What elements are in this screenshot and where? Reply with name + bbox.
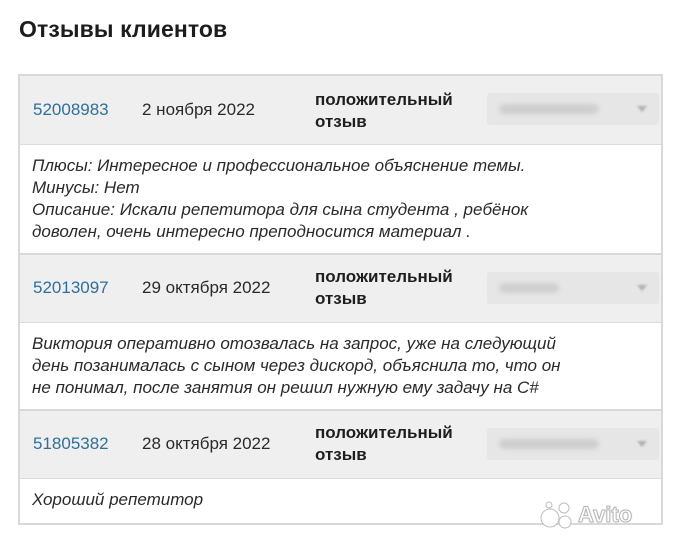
chevron-down-icon bbox=[637, 285, 647, 291]
review-text-line: Описание: Искали репетитора для сына сту… bbox=[32, 200, 529, 219]
review-text-line: Минусы: Нет bbox=[32, 178, 140, 197]
review-date: 29 октября 2022 bbox=[142, 278, 271, 297]
review-header: 51805382 28 октября 2022 положительный о… bbox=[20, 411, 661, 479]
review-id-link[interactable]: 51805382 bbox=[33, 434, 109, 454]
reviews-table: 52008983 2 ноября 2022 положительный отз… bbox=[18, 74, 663, 525]
chevron-down-icon bbox=[637, 106, 647, 112]
review-source-select[interactable] bbox=[487, 93, 659, 125]
page-title: Отзывы клиентов bbox=[19, 16, 228, 42]
blurred-source-text bbox=[499, 283, 559, 293]
review-text: Виктория оперативно отозвалась на запрос… bbox=[20, 323, 661, 411]
chevron-down-icon bbox=[637, 441, 647, 447]
watermark-text: Avito bbox=[577, 502, 633, 528]
review-id-link[interactable]: 52013097 bbox=[33, 278, 109, 298]
review-text-line: день позанималась с сыном через дискорд,… bbox=[32, 356, 561, 375]
review-source-select[interactable] bbox=[487, 272, 659, 304]
blurred-source-text bbox=[499, 439, 599, 449]
review-header: 52008983 2 ноября 2022 положительный отз… bbox=[20, 76, 661, 145]
review-id-link[interactable]: 52008983 bbox=[33, 100, 109, 120]
review-type: положительный отзыв bbox=[315, 90, 453, 131]
review-date: 2 ноября 2022 bbox=[142, 100, 255, 119]
review-source-select[interactable] bbox=[487, 428, 659, 460]
review-text-line: не понимал, после занятия он решил нужну… bbox=[32, 378, 539, 397]
review-text-line: Виктория оперативно отозвалась на запрос… bbox=[32, 334, 556, 353]
blurred-source-text bbox=[499, 104, 599, 114]
review-header: 52013097 29 октября 2022 положительный о… bbox=[20, 255, 661, 323]
review-text: Плюсы: Интересное и профессиональное объ… bbox=[20, 145, 661, 255]
review-date: 28 октября 2022 bbox=[142, 434, 271, 453]
avito-watermark: Avito bbox=[540, 500, 665, 532]
avito-dots-icon bbox=[540, 501, 572, 529]
review-type: положительный отзыв bbox=[315, 267, 453, 308]
review-text-line: Плюсы: Интересное и профессиональное объ… bbox=[32, 156, 526, 175]
review-type: положительный отзыв bbox=[315, 423, 453, 464]
review-text-line: доволен, очень интересно преподносится м… bbox=[32, 222, 471, 241]
